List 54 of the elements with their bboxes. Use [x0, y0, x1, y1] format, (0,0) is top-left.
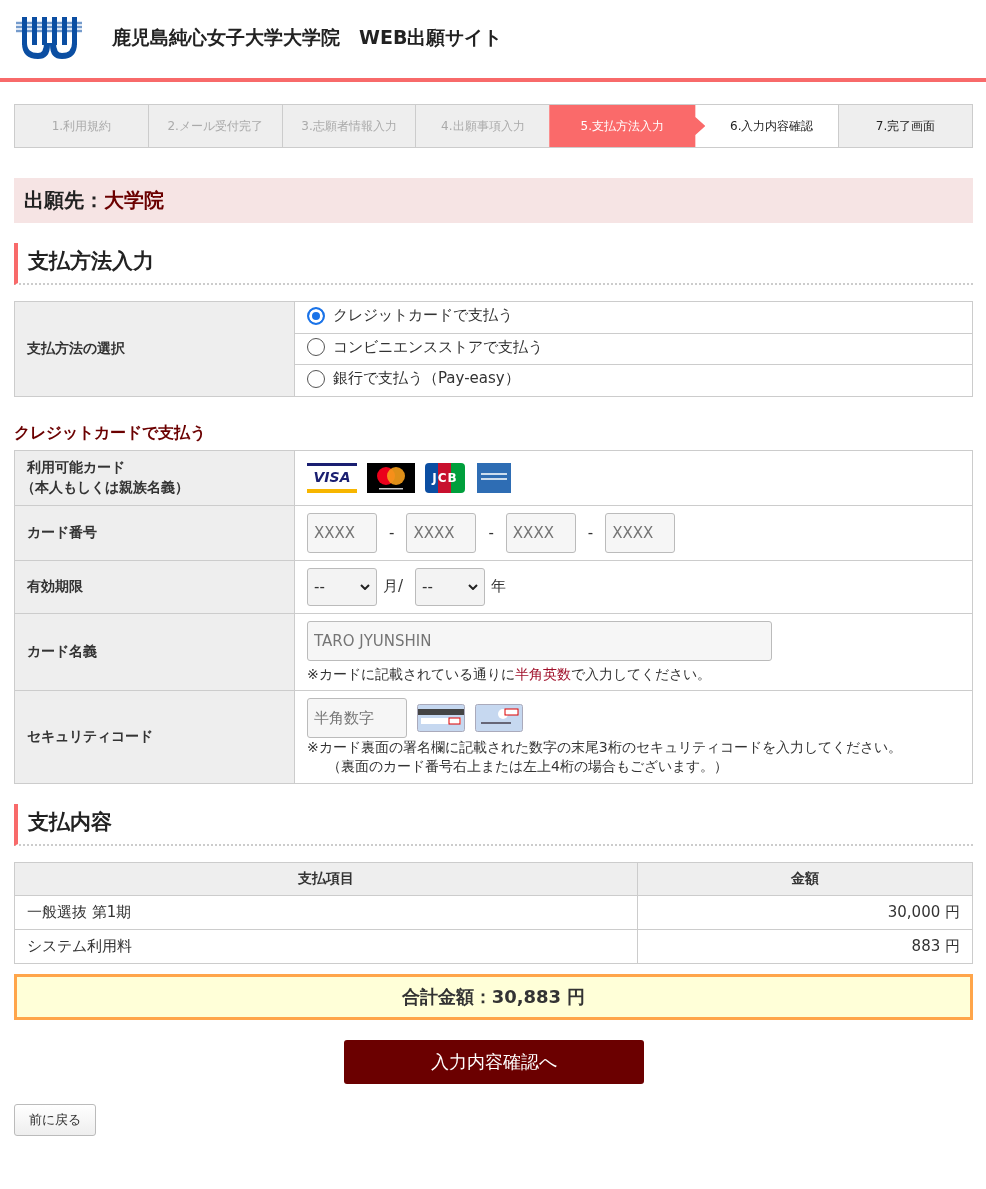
destination-banner: 出願先：大学院 [14, 178, 973, 223]
month-select[interactable]: -- [307, 567, 377, 606]
caret-icon [468, 583, 479, 590]
year-select[interactable]: -- [415, 567, 486, 606]
separator-text: - [389, 523, 395, 542]
radio-option[interactable]: 銀行で支払う（Pay-easy） [307, 369, 520, 388]
table-cell: 30,000 円 [637, 895, 973, 930]
field-label: （本人もしくは親族名義） [21, 477, 189, 498]
caret-icon [360, 583, 370, 590]
section-heading: 支払内容 [14, 804, 973, 847]
field-label: 有効期限 [14, 560, 295, 613]
progress-step: 5.支払方法入力 [549, 105, 706, 147]
card-number-field[interactable]: XXXX [307, 512, 377, 553]
total-amount: 合計金額：30,883 円 [14, 974, 973, 1021]
radio-option[interactable]: クレジットカードで支払う [307, 306, 513, 325]
progress-step: 2.メール受付完了 [147, 105, 282, 147]
site-title: 鹿児島純心女子大学大学院 WEB出願サイト [112, 25, 503, 50]
university-logo-icon [16, 15, 82, 61]
progress-step: 7.完了画面 [838, 105, 972, 147]
progress-step: 3.志願者情報入力 [281, 105, 416, 147]
column-header: 支払項目 [14, 862, 638, 896]
note-text: ※カード裏面の署名欄に記載された数字の末尾3桁のセキュリティコードを入力してください。 [307, 738, 903, 758]
field-label: 支払方法の選択 [14, 301, 295, 396]
radio-button[interactable] [307, 306, 325, 325]
back-button[interactable]: 前に戻る [14, 1104, 96, 1137]
note-text: （裏面のカード番号右上または左上4桁の場合もございます。） [326, 757, 729, 777]
unit-text: 年 [491, 577, 507, 596]
table-cell: システム利用料 [14, 929, 638, 964]
section-heading: 支払方法入力 [14, 243, 973, 285]
radio-button[interactable] [307, 338, 325, 356]
card-number-field[interactable]: XXXX [605, 512, 676, 553]
card-number-field[interactable]: XXXX [505, 512, 576, 553]
mastercard-logo-icon [367, 462, 415, 493]
card-number-field[interactable]: XXXX [406, 512, 477, 553]
card-front-icon [475, 704, 523, 733]
field-label: 利用可能カード [27, 457, 125, 478]
confirm-button[interactable]: 入力内容確認へ [343, 1040, 644, 1085]
amex-logo-icon [475, 462, 511, 493]
card-back-icon [417, 704, 465, 733]
security-code-field[interactable]: 半角数字 [307, 698, 407, 739]
subsection-heading: クレジットカードで支払う [14, 422, 207, 444]
radio-button[interactable] [307, 369, 325, 388]
note-text: ※カードに記載されている通りに半角英数で入力してください。 [307, 664, 712, 684]
field-label: カード名義 [14, 613, 295, 691]
field-label: セキュリティコード [14, 690, 295, 784]
card-name-field[interactable]: TARO JYUNSHIN [307, 620, 772, 661]
table-cell: 一般選抜 第1期 [14, 895, 638, 930]
column-header: 金額 [637, 862, 973, 896]
unit-text: 月/ [383, 577, 404, 596]
table-cell: 883 円 [637, 929, 973, 964]
separator-text: - [587, 523, 594, 542]
progress-step: 1.利用規約 [15, 105, 148, 147]
separator-text: - [488, 523, 494, 542]
field-label: カード番号 [14, 505, 295, 560]
